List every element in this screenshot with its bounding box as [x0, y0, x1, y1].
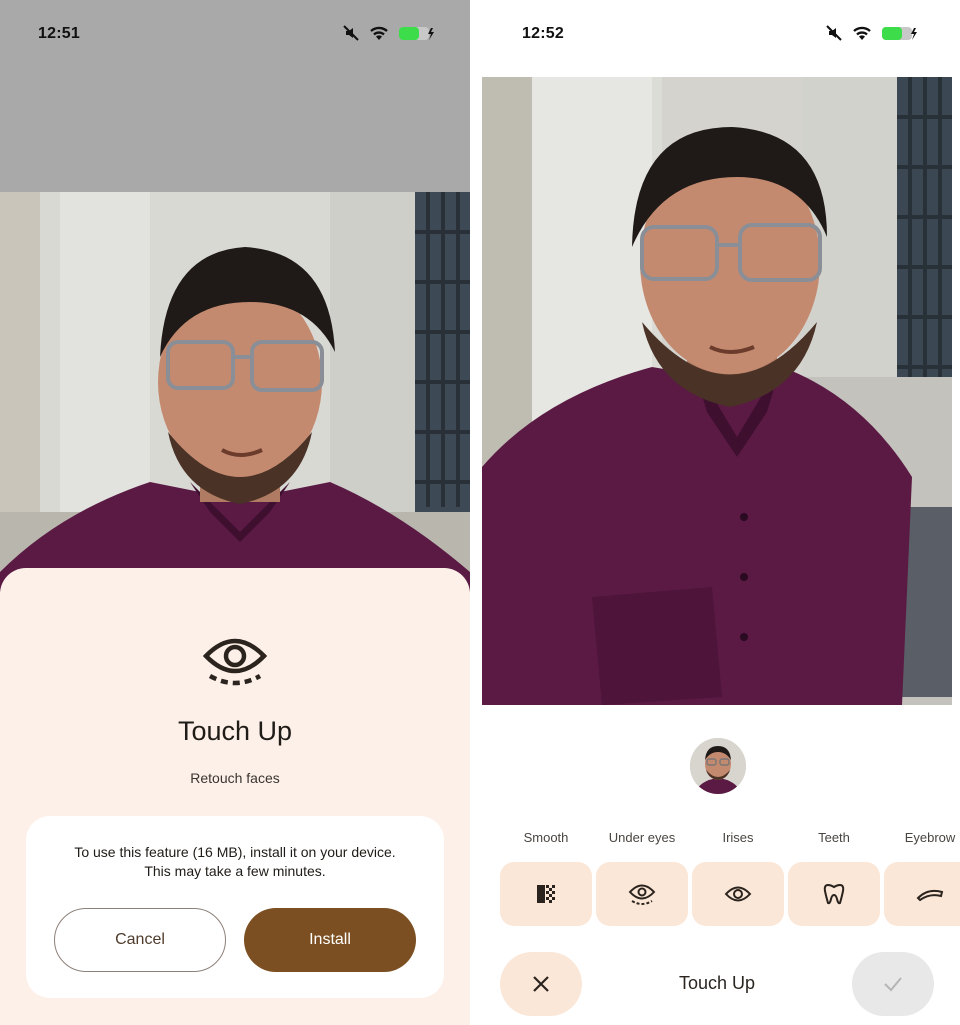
tool-labels: Smooth Under eyes Irises Teeth Eyebrow — [482, 830, 960, 850]
smooth-icon — [537, 885, 555, 903]
battery-charging-icon — [882, 27, 917, 40]
install-button[interactable]: Install — [244, 908, 416, 972]
cancel-button[interactable]: Cancel — [54, 908, 226, 972]
bottom-action-bar: Touch Up — [482, 950, 960, 1020]
check-icon — [884, 977, 902, 992]
status-time: 12:52 — [522, 25, 564, 42]
install-message-line1: To use this feature (16 MB), install it … — [74, 844, 396, 860]
iris-icon — [724, 886, 752, 902]
eye-icon — [202, 632, 268, 688]
tool-under-eyes-button[interactable] — [596, 862, 688, 926]
install-message-line2: This may take a few minutes. — [144, 863, 326, 879]
tooth-icon — [823, 883, 845, 905]
tool-label-under-eyes: Under eyes — [608, 830, 676, 845]
tool-selector — [482, 862, 960, 926]
right-phone-screen: 12:52 Smooth Under eyes Irises Teeth Eye… — [482, 0, 960, 1025]
left-phone-screen: 12:51 Touch Up Retouch faces To use this… — [0, 0, 470, 1025]
done-button[interactable] — [852, 952, 934, 1016]
status-bar: 12:52 — [482, 0, 960, 70]
status-time: 12:51 — [38, 25, 80, 42]
eyebrow-icon — [916, 889, 944, 902]
install-card: To use this feature (16 MB), install it … — [26, 816, 444, 998]
selfie-photo — [0, 192, 470, 592]
tool-teeth-button[interactable] — [788, 862, 880, 926]
mute-icon — [343, 25, 359, 41]
mute-icon — [826, 25, 842, 41]
tool-irises-button[interactable] — [692, 862, 784, 926]
face-avatar[interactable] — [690, 738, 746, 794]
selfie-photo-editing — [482, 77, 952, 705]
tool-label-teeth: Teeth — [818, 830, 850, 845]
battery-charging-icon — [399, 27, 434, 40]
tool-label-smooth: Smooth — [523, 830, 569, 845]
status-icons — [342, 24, 436, 42]
status-icons — [825, 24, 919, 42]
tool-label-irises: Irises — [722, 830, 754, 845]
install-message: To use this feature (16 MB), install it … — [26, 843, 444, 881]
screen-divider — [470, 0, 482, 1025]
tool-label-eyebrow: Eyebrow — [904, 830, 956, 845]
sheet-title: Touch Up — [177, 716, 293, 746]
wifi-icon — [853, 26, 871, 40]
tool-eyebrow-button[interactable] — [884, 862, 960, 926]
tool-smooth-button[interactable] — [500, 862, 592, 926]
under-eyes-icon — [628, 884, 656, 905]
sheet-subtitle: Retouch faces — [190, 770, 280, 786]
status-bar: 12:51 — [0, 0, 470, 70]
wifi-icon — [370, 26, 388, 40]
